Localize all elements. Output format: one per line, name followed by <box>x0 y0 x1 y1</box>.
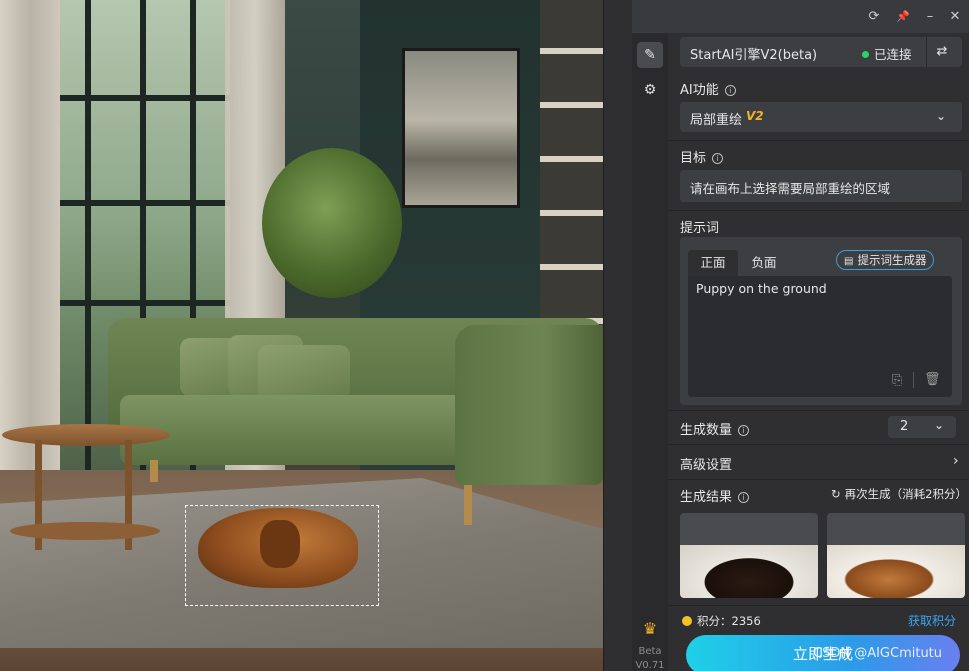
quantity-select[interactable]: 2 ⌄ <box>888 416 956 438</box>
beta-label: Beta <box>638 646 662 657</box>
sofa-leg <box>464 485 472 525</box>
info-icon[interactable]: i <box>724 85 736 96</box>
minimize-icon[interactable]: – <box>921 8 939 26</box>
title-bar: ⟳ 📌 – ✕ <box>632 0 969 33</box>
version-label: V0.71 <box>635 660 665 671</box>
divider <box>913 372 914 388</box>
credits-label: 积分：2356 <box>682 613 761 629</box>
info-icon[interactable]: i <box>738 492 750 503</box>
watermark: CSDN @AIGCmitutu <box>813 646 943 661</box>
ai-function-label: AI功能 i <box>680 79 736 98</box>
info-icon[interactable]: i <box>712 153 724 164</box>
result-thumbnail[interactable] <box>827 513 965 598</box>
window-frame <box>30 95 230 101</box>
regenerate-button[interactable]: ↻ 再次生成（消耗2积分） <box>831 486 967 502</box>
refresh-icon[interactable]: ⟳ <box>865 8 883 26</box>
quantity-label: 生成数量 i <box>680 419 750 438</box>
section-divider <box>668 479 969 480</box>
info-icon[interactable]: i <box>738 425 750 436</box>
wall-painting <box>402 48 520 208</box>
ai-function-select[interactable]: 局部重绘 V2 ⌄ <box>680 102 962 132</box>
chevron-right-icon[interactable]: › <box>953 453 959 469</box>
prompt-label: 提示词 <box>680 221 720 236</box>
window-frame <box>85 0 91 470</box>
version-badge: V2 <box>746 109 764 123</box>
sidebar: ✎ ⚙ ♛ Beta V0.71 <box>632 33 668 671</box>
side-table <box>2 424 170 446</box>
chevron-down-icon: ⌄ <box>934 418 945 432</box>
trash-icon[interactable]: 🗑 <box>924 372 941 387</box>
switch-icon[interactable]: ⇄ <box>932 42 952 62</box>
sofa-arm <box>455 325 603 485</box>
section-divider <box>668 410 969 411</box>
potted-tree <box>262 148 402 298</box>
results-label: 生成结果 i <box>680 486 750 505</box>
result-image <box>680 545 818 598</box>
target-value: 请在画布上选择需要局部重绘的区域 <box>690 181 891 196</box>
crown-icon[interactable]: ♛ <box>637 616 663 642</box>
coin-icon <box>682 616 692 626</box>
section-divider <box>668 140 969 141</box>
history-icon[interactable]: ⎘ <box>892 373 902 388</box>
target-label: 目标 i <box>680 147 724 166</box>
table-shelf <box>10 522 160 540</box>
prompt-textarea[interactable]: Puppy on the ground ⎘ 🗑 <box>688 276 952 397</box>
section-divider <box>668 444 969 445</box>
result-thumbnail[interactable] <box>680 513 818 598</box>
sofa-leg <box>150 460 158 482</box>
section-divider <box>668 605 969 606</box>
settings-icon[interactable]: ⚙ <box>637 77 663 103</box>
get-credits-link[interactable]: 获取积分 <box>908 612 956 629</box>
ai-function-value: 局部重绘 <box>690 113 743 128</box>
connection-status: 已连接 <box>862 44 912 63</box>
inpaint-selection-box[interactable] <box>185 505 379 606</box>
status-dot <box>862 51 869 58</box>
window-frame <box>30 200 230 206</box>
tab-positive[interactable]: 正面 <box>688 250 738 276</box>
engine-name: StartAI引擎V2(beta) <box>690 48 818 63</box>
quantity-value: 2 <box>900 419 909 434</box>
advanced-settings-label[interactable]: 高级设置 <box>680 454 732 473</box>
divider <box>926 37 927 67</box>
window-frame <box>30 300 230 306</box>
image-canvas[interactable] <box>0 0 603 671</box>
tab-negative[interactable]: 负面 <box>738 250 790 276</box>
target-field: 请在画布上选择需要局部重绘的区域 <box>680 170 962 202</box>
prompt-card: 正面 负面 ▤ 提示词生成器 Puppy on the ground ⎘ 🗑 <box>680 237 962 405</box>
chevron-down-icon: ⌄ <box>936 109 947 123</box>
close-icon[interactable]: ✕ <box>946 8 964 26</box>
sofa-pillow <box>258 345 350 400</box>
book-icon: ▤ <box>844 256 854 267</box>
prompt-generator-button[interactable]: ▤ 提示词生成器 <box>836 250 935 270</box>
startai-panel: ⟳ 📌 – ✕ ✎ ⚙ ♛ Beta V0.71 StartAI引擎V2(bet… <box>603 0 969 671</box>
engine-selector[interactable]: StartAI引擎V2(beta) 已连接 ⇄ <box>680 37 962 67</box>
section-divider <box>668 210 969 211</box>
prompt-text: Puppy on the ground <box>696 281 827 296</box>
result-image <box>827 545 965 598</box>
reload-icon: ↻ <box>831 487 841 501</box>
edit-icon[interactable]: ✎ <box>637 42 663 68</box>
pin-icon[interactable]: 📌 <box>894 8 912 26</box>
